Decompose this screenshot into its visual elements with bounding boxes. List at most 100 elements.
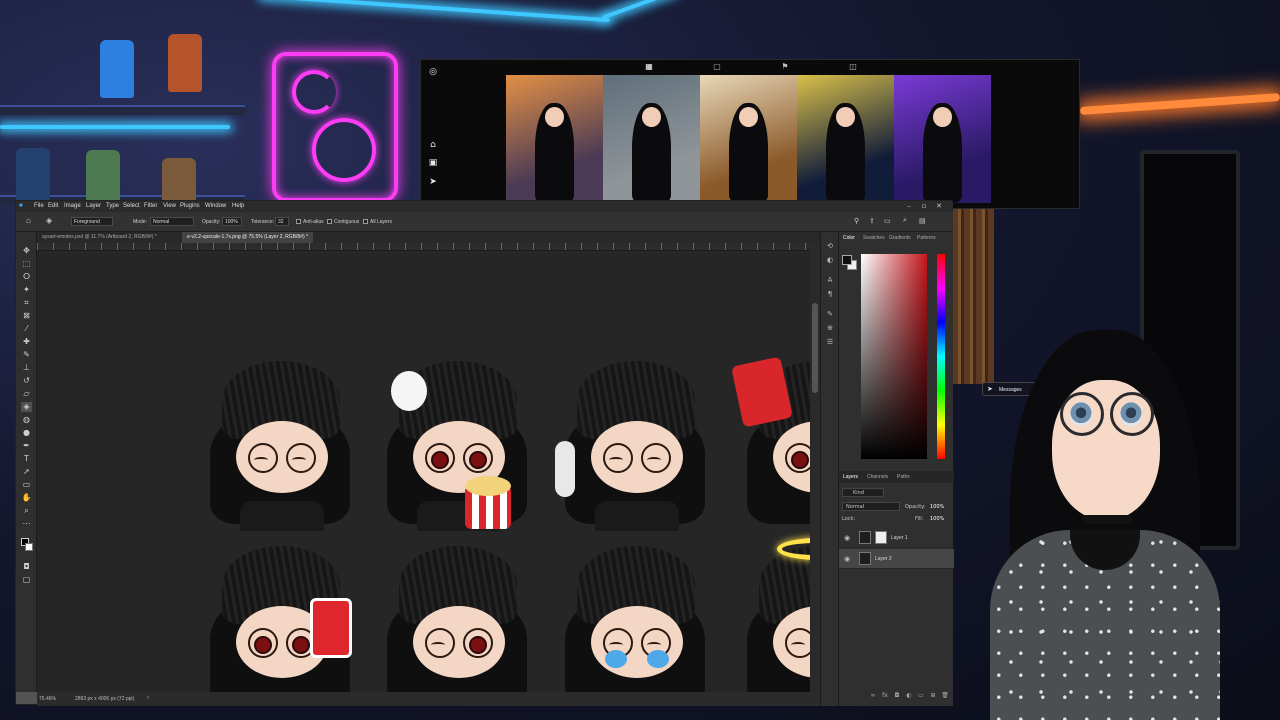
tab-swatches[interactable]: Swatches bbox=[863, 235, 885, 241]
properties-icon[interactable]: ☰ bbox=[825, 338, 835, 348]
workspace-icon[interactable]: ▤ bbox=[919, 217, 926, 225]
menu-edit[interactable]: Edit bbox=[48, 203, 58, 209]
tagged-tab-icon[interactable]: ◫ bbox=[847, 62, 859, 74]
link-icon[interactable]: ∞ bbox=[869, 692, 877, 700]
menu-view[interactable]: View bbox=[163, 203, 176, 209]
adjustment-layer-icon[interactable]: ◐ bbox=[905, 692, 913, 700]
zoom-level[interactable]: 75.46% bbox=[39, 696, 56, 702]
frame-icon[interactable]: ▭ bbox=[884, 217, 891, 225]
paint-bucket-tool-icon[interactable]: ◈ bbox=[21, 402, 32, 412]
pen-tool-icon[interactable]: ✒ bbox=[21, 441, 32, 451]
blur-tool-icon[interactable]: ◍ bbox=[21, 415, 32, 425]
type-tool-icon[interactable]: T bbox=[21, 454, 32, 464]
brush-tool-icon[interactable]: ✎ bbox=[21, 350, 32, 360]
menu-image[interactable]: Image bbox=[64, 203, 81, 209]
fill-source-select[interactable]: Foreground bbox=[71, 217, 113, 226]
paragraph-icon[interactable]: ¶ bbox=[825, 290, 835, 300]
tab-gradients[interactable]: Gradients bbox=[889, 235, 911, 241]
grid-tab-icon[interactable]: ▦ bbox=[643, 62, 655, 74]
layer-row-layer-1[interactable]: ◉ Layer 1 bbox=[839, 528, 954, 548]
fx-icon[interactable]: fx bbox=[881, 692, 889, 700]
visibility-eye-icon[interactable]: ◉ bbox=[844, 555, 850, 563]
move-tool-icon[interactable]: ✥ bbox=[21, 246, 32, 256]
layer-fill-input[interactable]: 100% bbox=[930, 516, 944, 522]
all-layers-checkbox[interactable] bbox=[363, 219, 368, 224]
send-icon[interactable]: ➤ bbox=[428, 177, 438, 187]
group-icon[interactable]: ▭ bbox=[917, 692, 925, 700]
adjustments-icon[interactable]: ◐ bbox=[825, 256, 835, 266]
hand-tool-icon[interactable]: ✋ bbox=[21, 493, 32, 503]
reels-tab-icon[interactable]: ▢ bbox=[711, 62, 723, 74]
new-layer-icon[interactable]: ⊞ bbox=[929, 692, 937, 700]
paint-bucket-icon[interactable]: ◈ bbox=[46, 216, 52, 225]
tab-paths[interactable]: Paths bbox=[897, 474, 910, 480]
layer-row-layer-2[interactable]: ◉ Layer 2 bbox=[839, 549, 954, 569]
doc-tab-upscale[interactable]: e-v2.2-upscale-1.7x.png @ 75.5% (Layer 2… bbox=[182, 232, 313, 243]
anti-alias-checkbox[interactable] bbox=[296, 219, 301, 224]
brush-settings-icon[interactable]: ✎ bbox=[825, 310, 835, 320]
post-thumbnail[interactable] bbox=[700, 75, 797, 203]
contiguous-checkbox[interactable] bbox=[327, 219, 332, 224]
visibility-eye-icon[interactable]: ◉ bbox=[844, 534, 850, 542]
trash-icon[interactable]: 🗑 bbox=[941, 692, 949, 700]
rectangle-tool-icon[interactable]: ▭ bbox=[21, 480, 32, 490]
marquee-tool-icon[interactable]: ⬚ bbox=[21, 259, 32, 269]
frame-tool-icon[interactable]: ⊠ bbox=[21, 311, 32, 321]
close-icon[interactable]: ✕ bbox=[934, 202, 944, 211]
clone-source-icon[interactable]: ⊕ bbox=[825, 324, 835, 334]
quick-mask-icon[interactable]: ◘ bbox=[21, 562, 32, 572]
search-icon[interactable]: ⌕ bbox=[903, 217, 907, 225]
foreground-color-swatch[interactable] bbox=[842, 255, 852, 265]
vertical-scrollbar[interactable] bbox=[810, 243, 820, 692]
menu-filter[interactable]: Filter bbox=[144, 203, 157, 209]
menu-help[interactable]: Help bbox=[232, 203, 244, 209]
menu-file[interactable]: File bbox=[34, 203, 44, 209]
history-icon[interactable]: ⟲ bbox=[825, 242, 835, 252]
hue-slider[interactable] bbox=[937, 254, 945, 459]
tolerance-input[interactable]: 32 bbox=[275, 217, 289, 226]
screen-mode-icon[interactable]: ▢ bbox=[21, 575, 32, 585]
opacity-input[interactable]: 100% bbox=[222, 217, 242, 226]
layer-filter-select[interactable]: Kind bbox=[842, 488, 884, 497]
post-thumbnail[interactable] bbox=[506, 75, 603, 203]
doc-tab-emotes[interactable]: aysart-emotes.psd @ 11.7% (Artboard 2, R… bbox=[37, 232, 162, 243]
character-icon[interactable]: A bbox=[825, 276, 835, 286]
home-icon[interactable]: ⌂ bbox=[428, 140, 438, 150]
home-icon[interactable]: ⌂ bbox=[26, 216, 31, 225]
background-color-swatch[interactable] bbox=[25, 543, 33, 551]
status-arrow-icon[interactable]: › bbox=[147, 695, 149, 701]
dodge-tool-icon[interactable]: ● bbox=[21, 428, 32, 438]
zoom-tool-icon[interactable]: ⌕ bbox=[21, 506, 32, 516]
saved-tab-icon[interactable]: ⚑ bbox=[779, 62, 791, 74]
more-tools-icon[interactable]: ⋯ bbox=[21, 519, 32, 529]
color-picker-field[interactable] bbox=[861, 254, 927, 459]
menu-type[interactable]: Type bbox=[106, 203, 119, 209]
post-thumbnail[interactable] bbox=[603, 75, 700, 203]
history-brush-icon[interactable]: ↺ bbox=[21, 376, 32, 386]
layer-opacity-input[interactable]: 100% bbox=[930, 504, 944, 510]
post-thumbnail[interactable] bbox=[894, 75, 991, 203]
healing-tool-icon[interactable]: ✚ bbox=[21, 337, 32, 347]
lasso-tool-icon[interactable]: ⵔ bbox=[21, 272, 32, 282]
instagram-logo-icon[interactable]: ◎ bbox=[428, 67, 438, 77]
tab-color[interactable]: Color bbox=[843, 235, 855, 241]
menu-plugins[interactable]: Plugins bbox=[180, 203, 200, 209]
stamp-tool-icon[interactable]: ⊥ bbox=[21, 363, 32, 373]
document-canvas[interactable] bbox=[37, 251, 810, 692]
path-select-icon[interactable]: ➚ bbox=[21, 467, 32, 477]
reels-icon[interactable]: ▣ bbox=[428, 158, 438, 168]
share-icon[interactable]: ⇪ bbox=[869, 217, 875, 225]
menu-select[interactable]: Select bbox=[123, 203, 140, 209]
minimize-icon[interactable]: – bbox=[904, 202, 914, 211]
eraser-tool-icon[interactable]: ▱ bbox=[21, 389, 32, 399]
crop-tool-icon[interactable]: ⌗ bbox=[21, 298, 32, 308]
maximize-icon[interactable]: ▫ bbox=[919, 202, 929, 211]
mode-select[interactable]: Normal bbox=[150, 217, 194, 226]
post-thumbnail[interactable] bbox=[797, 75, 894, 203]
tab-layers[interactable]: Layers bbox=[843, 474, 858, 480]
align-icon[interactable]: ⚲ bbox=[854, 217, 859, 225]
tab-patterns[interactable]: Patterns bbox=[917, 235, 936, 241]
menu-layer[interactable]: Layer bbox=[86, 203, 101, 209]
magic-wand-tool-icon[interactable]: ✦ bbox=[21, 285, 32, 295]
mask-icon[interactable]: ◘ bbox=[893, 692, 901, 700]
